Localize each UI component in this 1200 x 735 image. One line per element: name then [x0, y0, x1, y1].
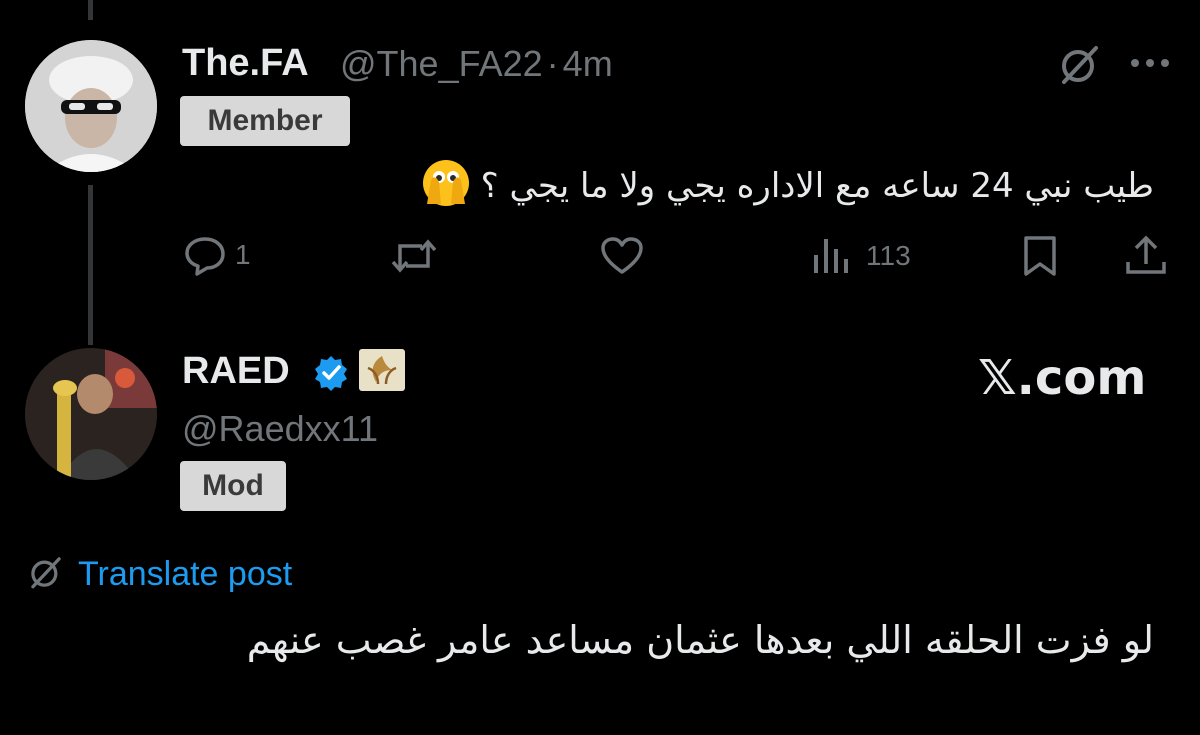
display-name[interactable]: The.FA [182, 42, 309, 85]
watermark: 𝕏.com [978, 350, 1147, 406]
bookmark-icon [1024, 236, 1056, 276]
post-text: طيب نبي 24 ساعه مع الاداره يجي ولا ما يج… [480, 165, 1154, 206]
share-button[interactable] [1124, 234, 1168, 278]
reply-button[interactable]: 1 [183, 233, 251, 277]
mod-badge: Mod [180, 461, 286, 511]
translate-post-link[interactable]: Translate post [28, 554, 292, 595]
post-text: لو فزت الحلقه اللي بعدها عثمان مساعد عام… [246, 618, 1154, 662]
repost-button[interactable] [390, 234, 438, 278]
separator-dot: · [546, 43, 559, 84]
member-badge: Member [180, 96, 350, 146]
heart-icon [601, 237, 643, 274]
post-text-row: طيب نبي 24 ساعه مع الاداره يجي ولا ما يج… [421, 158, 1154, 213]
like-button[interactable] [600, 236, 644, 276]
views-count: 113 [866, 240, 911, 271]
display-name[interactable]: RAED [182, 350, 290, 393]
thread-line-top [88, 0, 93, 20]
affiliate-logo-icon [358, 348, 406, 397]
views-icon [814, 239, 848, 273]
thread-line-middle [88, 185, 93, 345]
more-options-icon[interactable] [1128, 56, 1172, 75]
grok-icon[interactable] [1058, 42, 1102, 91]
repost-icon [391, 239, 437, 273]
reply-count: 1 [235, 239, 251, 270]
post-time[interactable]: 4m [563, 43, 613, 84]
avatar[interactable] [25, 40, 157, 172]
emoji-icon [421, 158, 471, 213]
share-icon [1126, 235, 1166, 274]
bookmark-button[interactable] [1022, 234, 1058, 278]
reply-icon [185, 237, 225, 276]
translate-label[interactable]: Translate post [78, 555, 292, 594]
grok-icon [28, 554, 64, 595]
handle-text[interactable]: @The_FA22 [340, 43, 543, 84]
avatar[interactable] [25, 348, 157, 480]
username-handle[interactable]: @Raedxx11 [182, 408, 378, 450]
verified-badge-icon [312, 354, 350, 397]
views-button[interactable]: 113 [812, 237, 911, 275]
username-handle[interactable]: @The_FA22 · 4m [340, 43, 613, 85]
